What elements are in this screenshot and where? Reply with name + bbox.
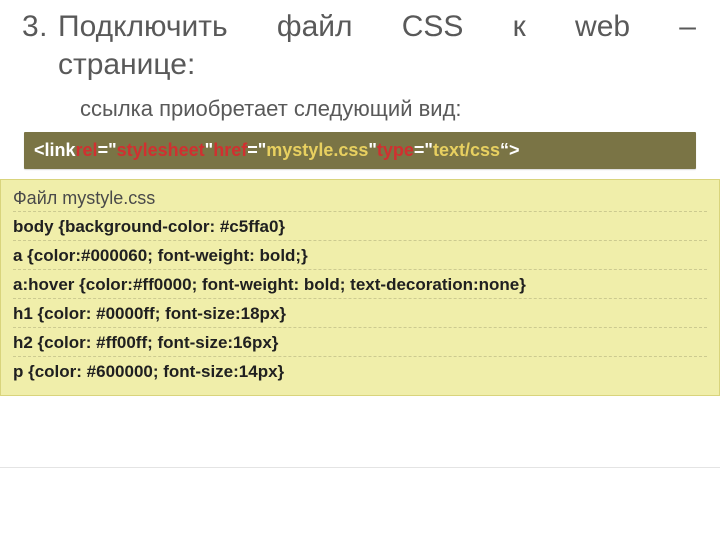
code-token: =": [414, 140, 433, 161]
css-rule-line: a {color:#000060; font-weight: bold;}: [13, 241, 707, 270]
code-token: mystyle.css: [266, 140, 368, 161]
code-token: href: [213, 140, 247, 161]
code-token: text/css: [433, 140, 500, 161]
code-token: rel: [76, 140, 98, 161]
css-file-title: Файл mystyle.css: [13, 186, 707, 212]
code-token: ": [368, 140, 377, 161]
code-token: “>: [500, 140, 520, 161]
heading-line2: странице:: [58, 46, 696, 84]
css-rule-list: body {background-color: #c5ffa0}a {color…: [13, 212, 707, 385]
divider-line: [0, 467, 720, 468]
code-token: <link: [34, 140, 76, 161]
css-rule-line: body {background-color: #c5ffa0}: [13, 212, 707, 241]
css-file-panel: Файл mystyle.css body {background-color:…: [0, 179, 720, 396]
css-rule-line: h2 {color: #ff00ff; font-size:16px}: [13, 328, 707, 357]
css-rule-line: a:hover {color:#ff0000; font-weight: bol…: [13, 270, 707, 299]
link-code-bar: <link rel="stylesheet" href="mystyle.css…: [24, 132, 696, 169]
css-rule-line: p {color: #600000; font-size:14px}: [13, 357, 707, 385]
subheading: ссылка приобретает следующий вид:: [0, 84, 720, 132]
list-number: 3.: [0, 8, 58, 46]
slide-page: 3. Подключить файл CSS к web – странице:…: [0, 0, 720, 540]
code-token: stylesheet: [117, 140, 205, 161]
heading-text: Подключить файл CSS к web – странице:: [58, 8, 704, 84]
code-token: =": [247, 140, 266, 161]
heading-line1: Подключить файл CSS к web –: [58, 10, 696, 43]
code-token: type: [377, 140, 414, 161]
code-token: =": [98, 140, 117, 161]
css-rule-line: h1 {color: #0000ff; font-size:18px}: [13, 299, 707, 328]
code-token: ": [205, 140, 214, 161]
heading-row: 3. Подключить файл CSS к web – странице:: [0, 0, 720, 84]
